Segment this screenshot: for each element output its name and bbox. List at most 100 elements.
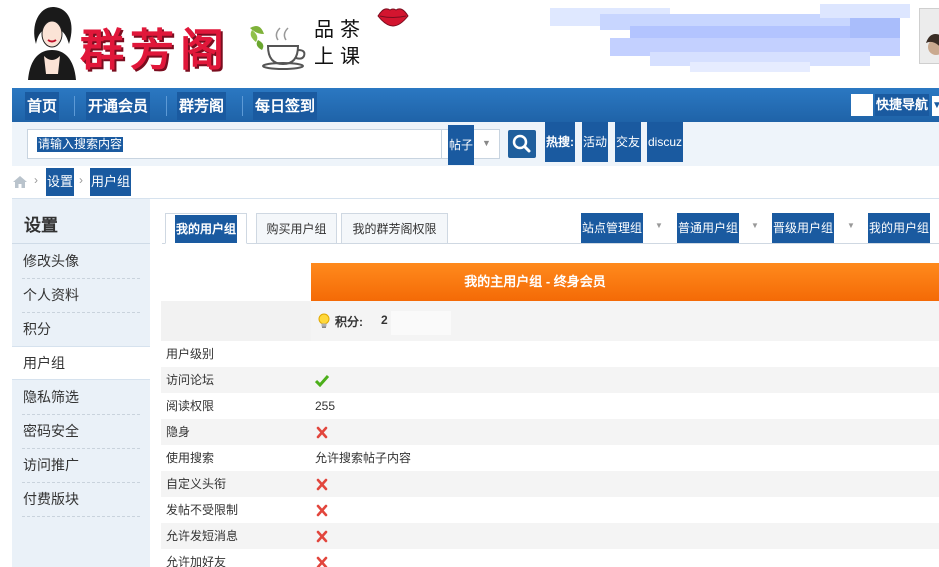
search-button[interactable] [508, 130, 536, 158]
sidebar-item-password[interactable]: 密码安全 [12, 415, 150, 449]
divider [12, 243, 150, 244]
permission-row: 使用搜索 允许搜索帖子内容 [161, 445, 939, 471]
permission-row: 发帖不受限制 [161, 497, 939, 523]
tab-buy-usergroup[interactable]: 购买用户组 [256, 213, 337, 244]
nav-divider [166, 96, 167, 116]
chevron-down-icon: ▼ [482, 138, 491, 148]
user-avatar[interactable] [919, 8, 939, 64]
sidebar-item-paid-forums[interactable]: 付费版块 [12, 483, 150, 517]
sidebar-item-credits[interactable]: 积分 [12, 313, 150, 347]
sidebar-item-usergroup[interactable]: 用户组 [12, 346, 151, 380]
cross-icon [316, 556, 328, 567]
group-tab-promoted[interactable]: 晋级用户组 [772, 213, 835, 243]
permission-name: 发帖不受限制 [166, 503, 239, 517]
sidebar-item-label: 个人资料 [23, 287, 79, 303]
chevron-down-icon: ▼ [847, 221, 855, 230]
main-nav: 首页 开通会员 群芳阁 每日签到 快捷导航 ▼ [12, 88, 939, 122]
search-placeholder: 请输入搜索内容 [37, 137, 124, 152]
breadcrumb-usergroup[interactable]: 用户组 [90, 168, 132, 196]
nav-item-daily-signin[interactable]: 每日签到 [253, 92, 318, 120]
site-header: 群芳阁 品茶 上课 [0, 0, 939, 88]
group-tab-regular[interactable]: 普通用户组 [677, 213, 740, 243]
quick-nav-icon [851, 94, 873, 116]
search-input[interactable]: 请输入搜索内容 [27, 129, 442, 159]
nav-divider [242, 96, 243, 116]
checkmark-icon [315, 375, 329, 387]
settings-sidebar: 设置 修改头像 个人资料 积分 用户组 隐私筛选 密码安全 访问推广 付费版块 [12, 198, 151, 567]
chevron-down-icon: ▼ [751, 221, 759, 230]
permission-row: 阅读权限 255 [161, 393, 939, 419]
hot-search-term[interactable]: 活动 [582, 122, 609, 162]
group-tab-mine[interactable]: 我的用户组 [868, 213, 931, 243]
permission-row: 允许发短消息 [161, 523, 939, 549]
hot-search-label: 热搜: [545, 122, 575, 162]
breadcrumb-settings[interactable]: 设置 [46, 168, 75, 196]
group-tab-site-admin[interactable]: 站点管理组 [581, 213, 644, 243]
permission-row: 访问论坛 [161, 367, 939, 393]
sidebar-item-label: 付费版块 [23, 491, 79, 507]
search-bar: 请输入搜索内容 帖子 ▼ 热搜: 活动 交友 discuz [12, 122, 939, 166]
logo-tagline: 品茶 上课 [314, 16, 380, 70]
permission-name: 使用搜索 [166, 451, 215, 465]
main-content: 我的用户组 购买用户组 我的群芳阁权限 站点管理组 ▼ 普通用户组 ▼ 晋级用户… [150, 198, 939, 567]
sidebar-item-label: 隐私筛选 [23, 389, 79, 405]
hot-search-term[interactable]: 交友 [615, 122, 642, 162]
permission-row: 隐身 [161, 419, 939, 445]
tab-label: 我的用户组 [174, 215, 237, 243]
site-logo-text[interactable]: 群芳阁 [80, 14, 230, 78]
sidebar-item-privacy[interactable]: 隐私筛选 [12, 381, 150, 415]
home-icon[interactable] [12, 175, 28, 189]
quick-nav-label: 快捷导航 [875, 94, 930, 116]
sidebar-item-label: 积分 [23, 321, 51, 337]
lightbulb-icon [318, 313, 330, 328]
sidebar-item-label: 用户组 [23, 355, 65, 371]
permission-row: 自定义头衔 [161, 471, 939, 497]
permission-value: 255 [315, 399, 336, 413]
lips-icon [377, 8, 409, 27]
tab-my-permissions[interactable]: 我的群芳阁权限 [341, 213, 448, 244]
cross-icon [316, 426, 328, 439]
sidebar-item-label: 密码安全 [23, 423, 79, 439]
nav-item-membership[interactable]: 开通会员 [86, 92, 151, 120]
nav-item-qunfangge[interactable]: 群芳阁 [177, 92, 227, 120]
permission-name: 自定义头衔 [166, 477, 227, 491]
permission-name: 阅读权限 [166, 399, 215, 413]
sidebar-item-avatar[interactable]: 修改头像 [12, 245, 150, 279]
nav-divider [74, 96, 75, 116]
search-type-select[interactable]: 帖子 ▼ [442, 125, 500, 165]
blurred-area [391, 311, 451, 335]
sidebar-item-label: 修改头像 [23, 253, 79, 269]
permission-name: 用户级别 [166, 347, 215, 361]
chevron-down-icon: ▼ [655, 221, 663, 230]
sidebar-item-promotion[interactable]: 访问推广 [12, 449, 150, 483]
sidebar-item-profile[interactable]: 个人资料 [12, 279, 150, 313]
permission-row: 用户级别 [161, 341, 939, 367]
search-type-label: 帖子 [448, 125, 475, 165]
sidebar-title: 设置 [24, 216, 58, 236]
sidebar-item-label: 访问推广 [23, 457, 79, 473]
tab-my-usergroup[interactable]: 我的用户组 [165, 213, 247, 244]
permission-row: 允许加好友 [161, 549, 939, 567]
hot-search-term[interactable]: discuz [647, 122, 684, 162]
search-icon [512, 134, 531, 153]
cross-icon [316, 478, 328, 491]
cross-icon [316, 530, 328, 543]
chevron-right-icon: › [79, 173, 83, 187]
usergroup-title: 我的主用户组 - 终身会员 [464, 274, 606, 289]
nav-item-home[interactable]: 首页 [25, 92, 60, 120]
permission-name: 访问论坛 [166, 373, 215, 387]
usergroup-header: 我的主用户组 - 终身会员 [311, 263, 939, 301]
breadcrumb: › 设置 › 用户组 [12, 168, 312, 196]
permission-name: 隐身 [166, 425, 191, 439]
quick-nav-menu[interactable]: 快捷导航 ▼ [851, 94, 939, 118]
header-banner-image [540, 0, 920, 78]
chevron-down-icon: ▼ [932, 96, 939, 116]
logo-figure-icon[interactable] [22, 4, 82, 80]
tagline-line-1: 品茶 [314, 17, 366, 41]
tab-label: 购买用户组 [266, 222, 327, 236]
points-label: 积分: [335, 315, 363, 329]
tea-cup-icon [250, 26, 306, 70]
tab-label: 我的群芳阁权限 [352, 222, 437, 236]
tagline-line-2: 上课 [314, 44, 366, 68]
permission-value: 允许搜索帖子内容 [315, 451, 412, 465]
